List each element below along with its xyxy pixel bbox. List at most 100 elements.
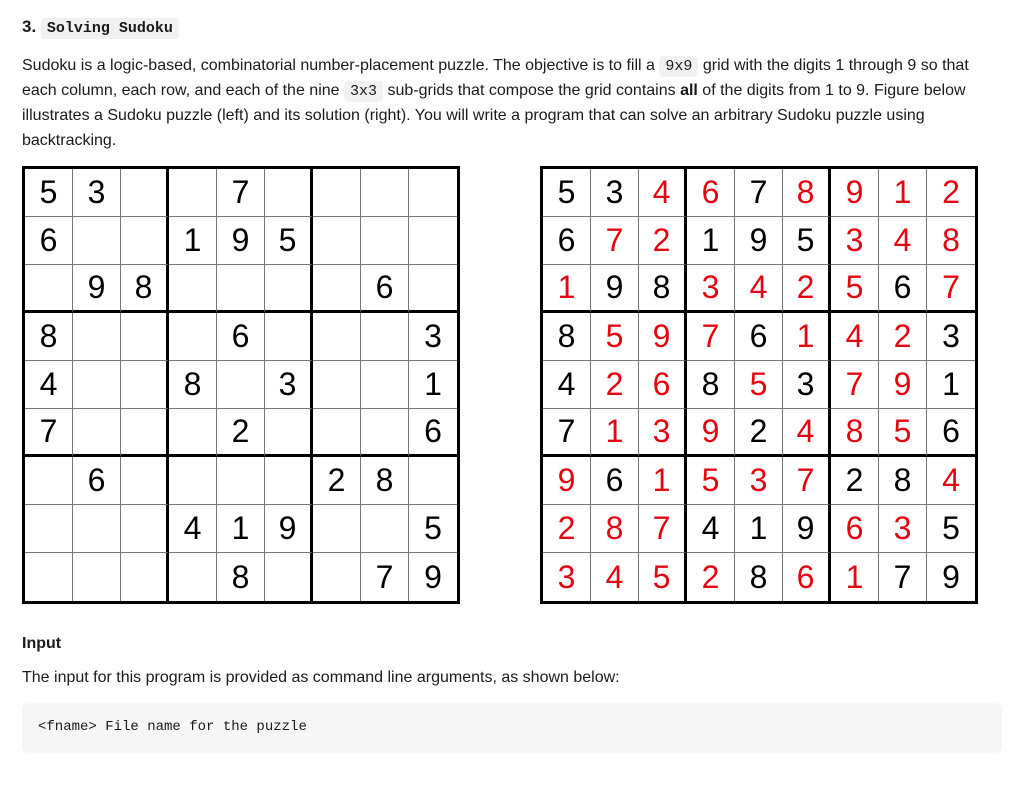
sudoku-cell [73, 505, 121, 553]
desc-code-9x9: 9x9 [659, 56, 698, 77]
sudoku-cell: 8 [831, 409, 879, 457]
sudoku-cell: 2 [687, 553, 735, 601]
sudoku-cell [409, 457, 457, 505]
sudoku-cell: 3 [265, 361, 313, 409]
sudoku-cell: 7 [639, 505, 687, 553]
sudoku-cell: 3 [543, 553, 591, 601]
sudoku-boards: 537619598686348317266284195879 534678912… [22, 166, 1002, 604]
sudoku-cell: 7 [217, 169, 265, 217]
sudoku-cell: 6 [927, 409, 975, 457]
sudoku-cell: 6 [73, 457, 121, 505]
sudoku-cell: 3 [591, 169, 639, 217]
sudoku-cell: 8 [687, 361, 735, 409]
sudoku-cell [313, 361, 361, 409]
sudoku-cell [313, 409, 361, 457]
sudoku-cell: 6 [217, 313, 265, 361]
sudoku-cell [361, 361, 409, 409]
sudoku-cell: 3 [73, 169, 121, 217]
sudoku-cell [313, 217, 361, 265]
sudoku-cell [409, 265, 457, 313]
sudoku-cell: 3 [879, 505, 927, 553]
sudoku-cell: 8 [361, 457, 409, 505]
sudoku-cell [409, 217, 457, 265]
sudoku-cell: 4 [879, 217, 927, 265]
sudoku-cell: 2 [639, 217, 687, 265]
sudoku-cell [361, 409, 409, 457]
sudoku-cell: 6 [735, 313, 783, 361]
sudoku-cell: 6 [639, 361, 687, 409]
sudoku-cell: 1 [217, 505, 265, 553]
sudoku-cell: 8 [543, 313, 591, 361]
sudoku-cell: 6 [783, 553, 831, 601]
sudoku-cell: 5 [25, 169, 73, 217]
sudoku-cell: 4 [735, 265, 783, 313]
sudoku-cell [169, 457, 217, 505]
desc-text-0: Sudoku is a logic-based, combinatorial n… [22, 57, 659, 74]
sudoku-cell [121, 409, 169, 457]
sudoku-cell [169, 265, 217, 313]
sudoku-cell: 2 [927, 169, 975, 217]
sudoku-cell: 8 [217, 553, 265, 601]
sudoku-cell: 4 [639, 169, 687, 217]
sudoku-cell: 9 [831, 169, 879, 217]
sudoku-cell: 7 [687, 313, 735, 361]
sudoku-cell: 2 [783, 265, 831, 313]
sudoku-cell: 3 [927, 313, 975, 361]
sudoku-cell: 6 [543, 217, 591, 265]
sudoku-cell [73, 313, 121, 361]
sudoku-cell: 2 [543, 505, 591, 553]
sudoku-cell: 1 [543, 265, 591, 313]
sudoku-cell [361, 313, 409, 361]
sudoku-cell: 5 [543, 169, 591, 217]
sudoku-cell: 4 [169, 505, 217, 553]
sudoku-cell: 1 [409, 361, 457, 409]
desc-text-2: sub-grids that compose the grid contains [383, 82, 680, 99]
sudoku-cell: 5 [687, 457, 735, 505]
sudoku-cell: 1 [687, 217, 735, 265]
sudoku-cell: 9 [543, 457, 591, 505]
sudoku-cell: 8 [639, 265, 687, 313]
sudoku-cell: 4 [783, 409, 831, 457]
sudoku-cell [169, 409, 217, 457]
sudoku-cell: 9 [73, 265, 121, 313]
sudoku-cell: 2 [735, 409, 783, 457]
heading-code: Solving Sudoku [41, 18, 179, 39]
sudoku-cell: 5 [879, 409, 927, 457]
sudoku-cell: 6 [25, 217, 73, 265]
sudoku-cell: 3 [687, 265, 735, 313]
sudoku-cell [265, 553, 313, 601]
sudoku-cell: 4 [25, 361, 73, 409]
sudoku-cell: 1 [639, 457, 687, 505]
sudoku-cell: 2 [879, 313, 927, 361]
sudoku-cell [25, 457, 73, 505]
sudoku-cell: 9 [879, 361, 927, 409]
sudoku-cell [217, 457, 265, 505]
sudoku-cell: 3 [639, 409, 687, 457]
sudoku-cell [313, 553, 361, 601]
sudoku-cell [265, 313, 313, 361]
sudoku-cell [121, 313, 169, 361]
sudoku-cell: 7 [361, 553, 409, 601]
sudoku-cell [313, 265, 361, 313]
sudoku-cell: 3 [409, 313, 457, 361]
desc-code-3x3: 3x3 [344, 81, 383, 102]
sudoku-cell [409, 169, 457, 217]
sudoku-cell: 7 [543, 409, 591, 457]
sudoku-cell [169, 169, 217, 217]
sudoku-cell: 1 [879, 169, 927, 217]
sudoku-puzzle: 537619598686348317266284195879 [22, 166, 460, 604]
sudoku-cell [217, 265, 265, 313]
sudoku-cell: 6 [879, 265, 927, 313]
sudoku-cell [73, 409, 121, 457]
sudoku-cell: 7 [25, 409, 73, 457]
sudoku-cell: 1 [783, 313, 831, 361]
sudoku-cell: 9 [217, 217, 265, 265]
sudoku-cell [265, 409, 313, 457]
problem-heading: 3. Solving Sudoku [22, 14, 1002, 40]
heading-prefix: 3. [22, 17, 41, 36]
input-heading: Input [22, 632, 1002, 657]
sudoku-cell: 6 [831, 505, 879, 553]
sudoku-cell: 7 [831, 361, 879, 409]
sudoku-cell: 5 [409, 505, 457, 553]
sudoku-cell: 5 [927, 505, 975, 553]
